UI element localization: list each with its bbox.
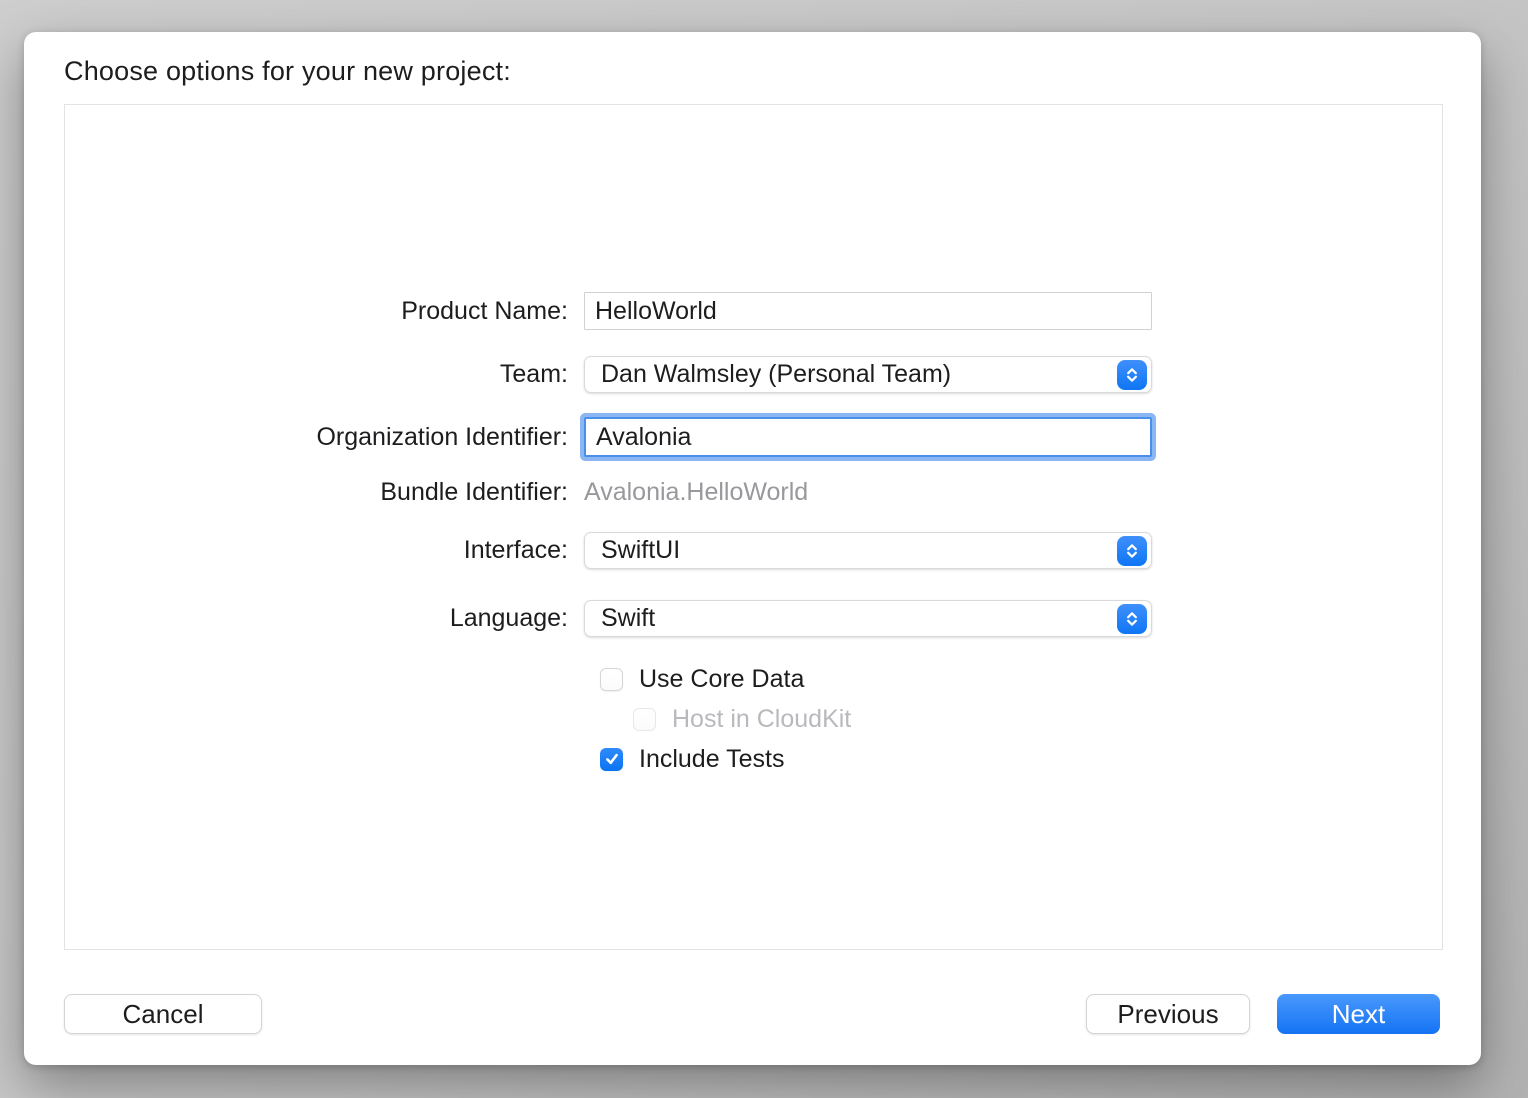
next-button[interactable]: Next xyxy=(1277,994,1440,1034)
product-name-input[interactable] xyxy=(584,292,1152,330)
team-label: Team: xyxy=(65,360,584,389)
chevron-up-down-icon xyxy=(1117,360,1147,390)
desktop-backdrop: Choose options for your new project: Pro… xyxy=(0,0,1528,1098)
product-name-row: Product Name: xyxy=(65,292,1442,330)
chevron-up-down-icon xyxy=(1117,536,1147,566)
use-core-data-row[interactable]: Use Core Data xyxy=(600,667,804,691)
bundle-identifier-row: Bundle Identifier: Avalonia.HelloWorld xyxy=(65,477,1442,507)
product-name-label: Product Name: xyxy=(65,297,584,326)
include-tests-checkbox[interactable] xyxy=(600,748,623,771)
bundle-identifier-label: Bundle Identifier: xyxy=(65,478,584,507)
bundle-identifier-value: Avalonia.HelloWorld xyxy=(584,478,808,506)
chevron-up-down-icon xyxy=(1117,604,1147,634)
use-core-data-label: Use Core Data xyxy=(639,665,804,694)
team-dropdown[interactable]: Dan Walmsley (Personal Team) xyxy=(584,356,1152,393)
organization-identifier-label: Organization Identifier: xyxy=(65,423,584,452)
interface-row: Interface: SwiftUI xyxy=(65,532,1442,569)
organization-identifier-row: Organization Identifier: xyxy=(65,417,1442,457)
language-label: Language: xyxy=(65,604,584,633)
host-in-cloudkit-checkbox xyxy=(633,708,656,731)
interface-dropdown[interactable]: SwiftUI xyxy=(584,532,1152,569)
team-dropdown-value: Dan Walmsley (Personal Team) xyxy=(601,360,951,389)
language-row: Language: Swift xyxy=(65,600,1442,637)
cancel-button[interactable]: Cancel xyxy=(64,994,262,1034)
new-project-options-dialog: Choose options for your new project: Pro… xyxy=(24,32,1481,1065)
previous-button[interactable]: Previous xyxy=(1086,994,1250,1034)
include-tests-label: Include Tests xyxy=(639,745,784,774)
host-in-cloudkit-label: Host in CloudKit xyxy=(672,705,851,734)
language-dropdown[interactable]: Swift xyxy=(584,600,1152,637)
options-panel: Product Name: Team: Dan Walmsley (Person… xyxy=(64,104,1443,950)
interface-label: Interface: xyxy=(65,536,584,565)
dialog-title: Choose options for your new project: xyxy=(64,56,511,87)
organization-identifier-input[interactable] xyxy=(584,417,1152,457)
language-dropdown-value: Swift xyxy=(601,604,655,633)
team-row: Team: Dan Walmsley (Personal Team) xyxy=(65,356,1442,393)
use-core-data-checkbox[interactable] xyxy=(600,668,623,691)
include-tests-row[interactable]: Include Tests xyxy=(600,747,784,771)
interface-dropdown-value: SwiftUI xyxy=(601,536,680,565)
host-in-cloudkit-row: Host in CloudKit xyxy=(633,707,851,731)
